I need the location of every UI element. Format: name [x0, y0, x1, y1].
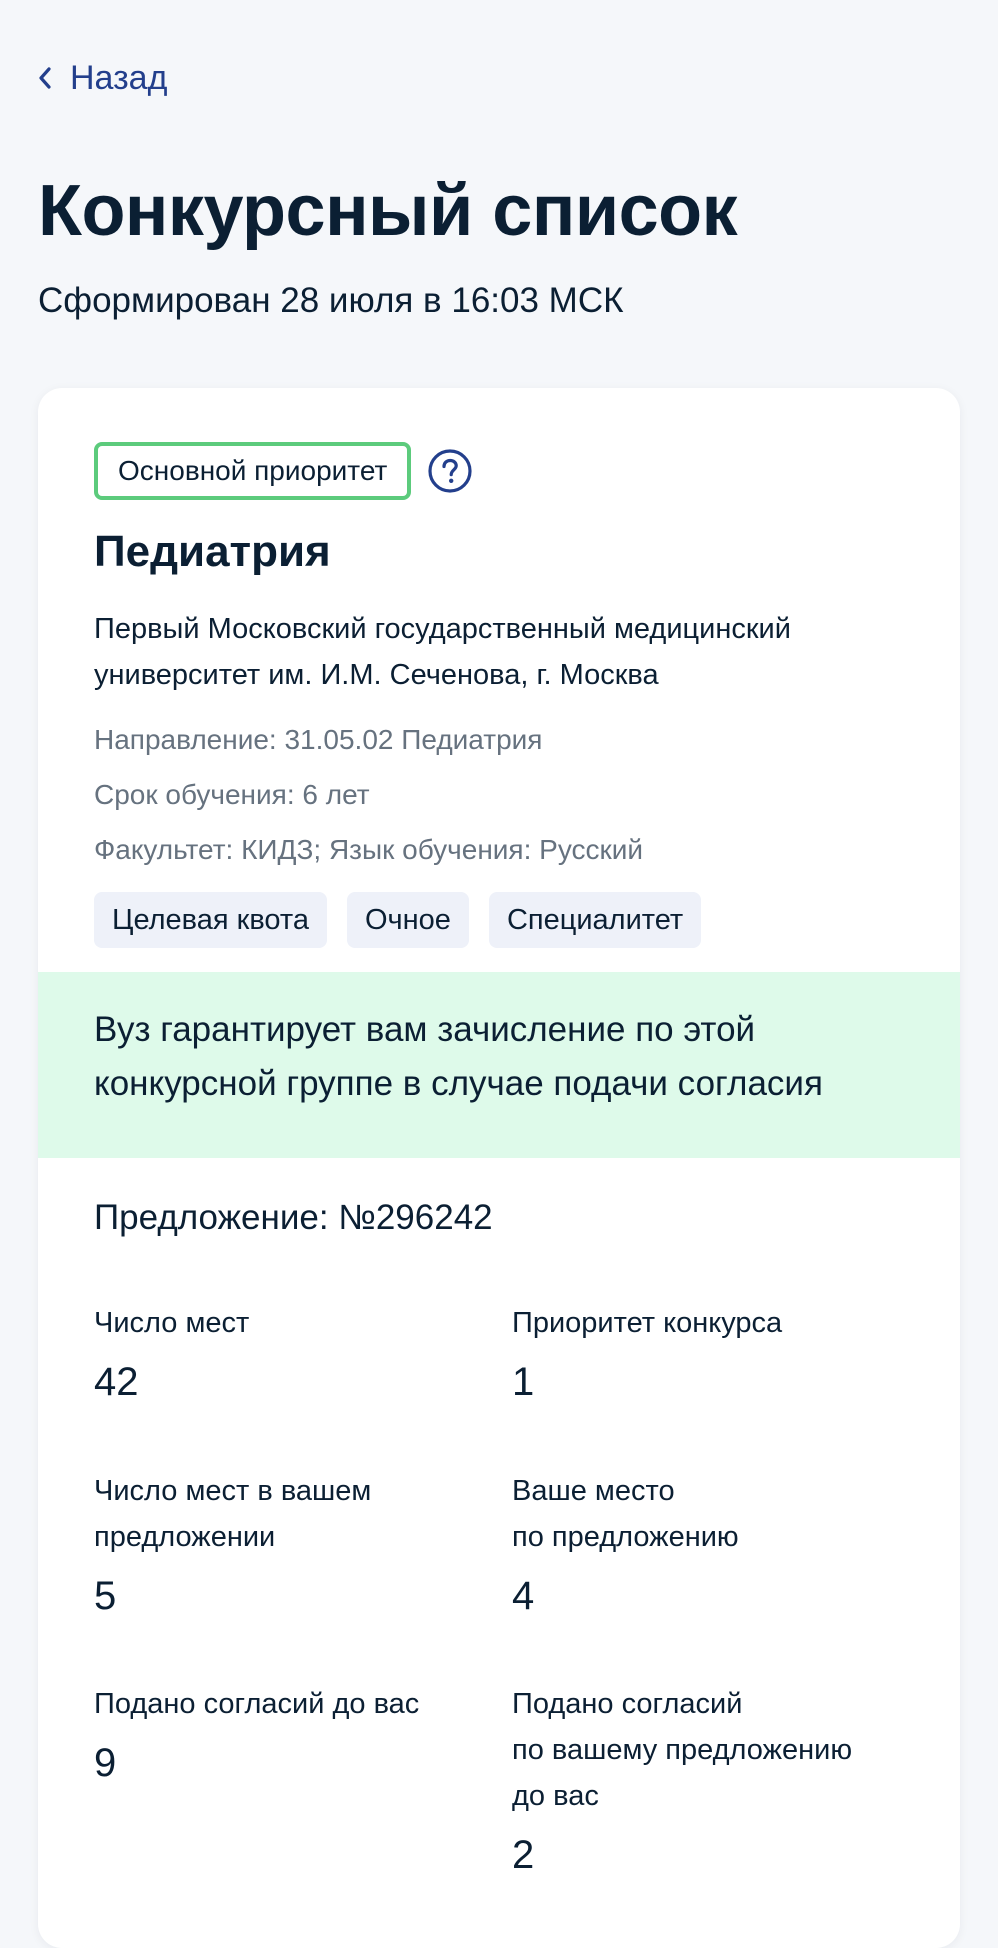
stat-label-line: по вашему предложению: [512, 1734, 853, 1766]
stat-value: 9: [94, 1741, 117, 1785]
stat-label: Подано согласий по вашему предложению до…: [512, 1681, 892, 1819]
direction-text: Направление: 31.05.02 Педиатрия: [94, 724, 543, 755]
stat-label: Число мест в вашем предложении: [94, 1468, 474, 1560]
stat-value: 5: [94, 1574, 117, 1618]
university-line: университет им. И.М. Сеченова, г. Москва: [94, 659, 659, 691]
duration-text: Срок обучения: 6 лет: [94, 779, 370, 810]
guarantee-line: конкурсной группе в случае подачи соглас…: [94, 1064, 823, 1103]
stat-value: 4: [512, 1574, 535, 1618]
back-label: Назад: [70, 59, 168, 97]
question-circle-icon[interactable]: [427, 448, 473, 494]
tag-quota: Целевая квота: [94, 892, 327, 948]
priority-badge: Основной приоритет: [94, 442, 412, 500]
program-name: Педиатрия: [94, 527, 331, 576]
list-timestamp: Сформирован 28 июля в 16:03 МСК: [38, 281, 624, 320]
stat-label: Приоритет конкурса: [512, 1307, 783, 1339]
guarantee-banner: Вуз гарантирует вам зачисление по этой к…: [38, 972, 960, 1158]
university-line: Первый Московский государственный медици…: [94, 613, 791, 645]
back-link[interactable]: Назад: [38, 58, 167, 98]
faculty-text: Факультет: КИДЗ; Язык обучения: Русский: [94, 834, 644, 865]
tag-list: Целевая квота Очное Специалитет: [94, 892, 904, 948]
stat-label: Число мест: [94, 1307, 250, 1339]
stat-label-line: до вас: [512, 1780, 599, 1812]
stat-consents-before: Подано согласий до вас 9: [94, 1681, 474, 1787]
stat-seats-in-offer: Число мест в вашем предложении 5: [94, 1468, 474, 1620]
chevron-left-icon: [38, 64, 60, 92]
stat-label: Подано согласий до вас: [94, 1688, 420, 1720]
stat-seats: Число мест 42: [94, 1300, 474, 1406]
stat-value: 1: [512, 1360, 535, 1404]
stat-label-line: предложении: [94, 1521, 276, 1553]
tag-level: Специалитет: [488, 892, 702, 948]
university-name: Первый Московский государственный медици…: [94, 606, 914, 698]
stat-value: 2: [512, 1833, 535, 1877]
stat-consents-offer-before: Подано согласий по вашему предложению до…: [512, 1681, 892, 1879]
program-info: Основной приоритет Педиатрия Первый Моск…: [38, 388, 960, 972]
offer-number: Предложение: №296242: [94, 1198, 493, 1237]
stat-label-line: Число мест в вашем: [94, 1475, 372, 1507]
stat-your-place: Ваше место по предложению 4: [512, 1468, 892, 1620]
stat-label-line: Ваше место: [512, 1475, 675, 1507]
stat-label: Ваше место по предложению: [512, 1468, 892, 1560]
guarantee-line: Вуз гарантирует вам зачисление по этой: [94, 1010, 756, 1049]
priority-row: Основной приоритет: [94, 442, 904, 500]
page-title: Конкурсный список: [38, 171, 738, 251]
stat-value: 42: [94, 1360, 139, 1404]
competition-card: Основной приоритет Педиатрия Первый Моск…: [38, 388, 960, 1948]
tag-study-form: Очное: [346, 892, 469, 948]
stat-label-line: Подано согласий: [512, 1688, 743, 1720]
stat-label-line: по предложению: [512, 1521, 739, 1553]
stat-competition-priority: Приоритет конкурса 1: [512, 1300, 892, 1406]
